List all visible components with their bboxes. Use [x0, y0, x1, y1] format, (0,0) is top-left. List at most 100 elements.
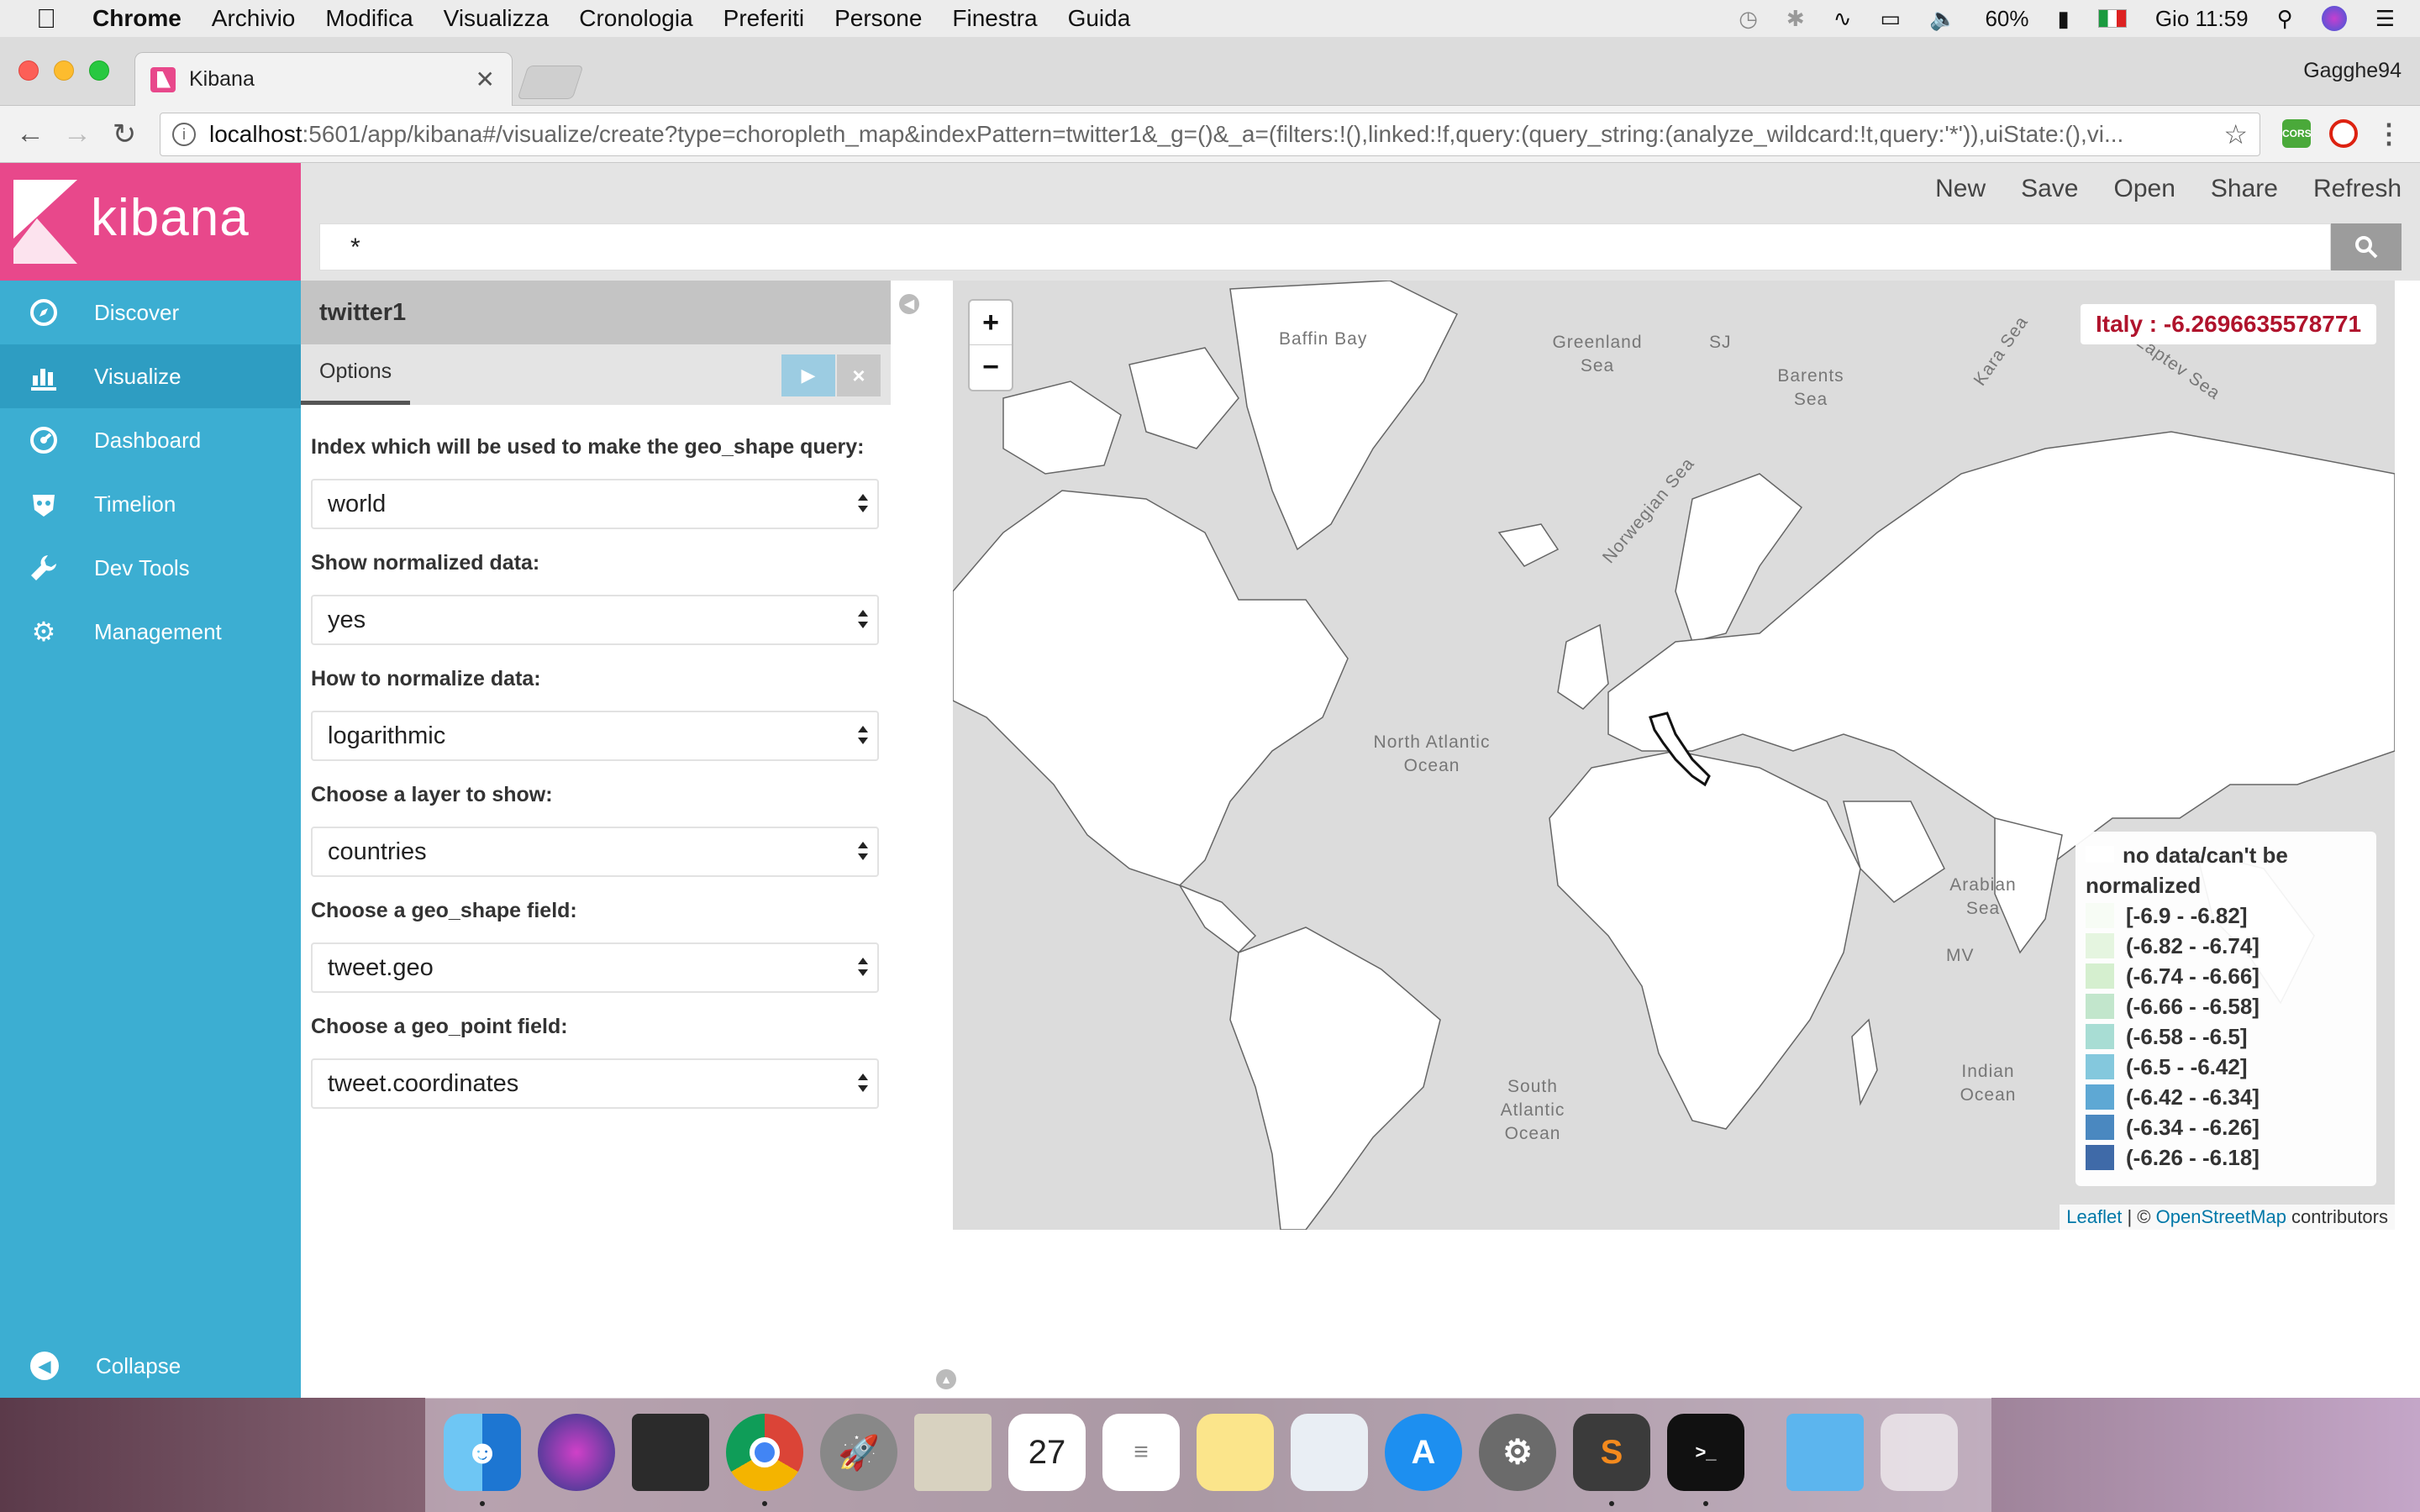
minimize-window-button[interactable] — [54, 60, 74, 81]
reload-icon[interactable]: ↻ — [101, 118, 148, 151]
forward-icon[interactable]: → — [54, 118, 101, 150]
trash-icon[interactable] — [1881, 1414, 1958, 1491]
terminal-icon[interactable]: >_ — [1667, 1414, 1744, 1491]
clock[interactable]: Gio 11:59 — [2155, 6, 2249, 32]
bookmark-star-icon[interactable]: ☆ — [2218, 118, 2248, 150]
new-tab-button[interactable] — [517, 66, 584, 99]
kibana-sidebar: kibana Discover Visualize Dashboard Time… — [0, 163, 301, 1398]
save-button[interactable]: Save — [2021, 175, 2078, 203]
menu-app-name[interactable]: Chrome — [92, 5, 182, 32]
choropleth-map[interactable]: Baffin Bay Greenland Sea SJ Barents Sea … — [953, 281, 2395, 1230]
openstreetmap-link[interactable]: OpenStreetMap — [2156, 1206, 2286, 1227]
refresh-button[interactable]: Refresh — [2313, 175, 2402, 203]
sublime-text-icon[interactable]: S — [1573, 1414, 1650, 1491]
profile-name[interactable]: Gagghe94 — [2303, 59, 2402, 83]
normalize-method-select[interactable]: logarithmic — [311, 711, 879, 761]
open-button[interactable]: Open — [2114, 175, 2175, 203]
sidebar-item-management[interactable]: ⚙ Management — [0, 600, 301, 664]
leaflet-link[interactable]: Leaflet — [2066, 1206, 2122, 1227]
map-label-mv: MV — [1946, 946, 1975, 965]
address-bar[interactable]: i localhost:5601/app/kibana#/visualize/c… — [160, 113, 2260, 156]
spotlight-icon[interactable]: ⚲ — [2277, 6, 2293, 32]
zoom-in-button[interactable]: + — [970, 301, 1012, 345]
calendar-icon[interactable]: 27 — [1008, 1414, 1086, 1491]
madagascar-shape — [1851, 1018, 1878, 1106]
normalize-method-label: How to normalize data: — [311, 667, 541, 690]
collapse-editor-button[interactable]: ◀ — [899, 294, 919, 314]
italian-flag-icon[interactable] — [2097, 9, 2127, 28]
south-america-shape — [1229, 927, 1441, 1230]
chrome-menu-icon[interactable]: ⋮ — [2375, 119, 2403, 148]
sidebar-item-timelion[interactable]: Timelion — [0, 472, 301, 536]
sidebar-collapse-button[interactable]: ◀ Collapse — [0, 1339, 301, 1393]
siri-icon[interactable] — [2321, 6, 2347, 31]
reminders-icon[interactable]: ≡ — [1102, 1414, 1180, 1491]
preview-icon[interactable] — [1291, 1414, 1368, 1491]
normalized-data-select[interactable]: yes — [311, 595, 879, 645]
dashboard-icon — [29, 425, 59, 455]
finder-icon[interactable]: ☻ — [444, 1414, 521, 1491]
apply-changes-button[interactable]: ▶ — [781, 354, 835, 396]
menu-preferiti[interactable]: Preferiti — [723, 5, 804, 32]
menu-guida[interactable]: Guida — [1068, 5, 1131, 32]
app-store-icon[interactable]: A — [1385, 1414, 1462, 1491]
opera-extension-icon[interactable] — [2329, 119, 2358, 148]
select-caret-icon — [858, 1074, 868, 1092]
airplay-icon[interactable]: ▭ — [1881, 6, 1902, 32]
apple-icon[interactable]:  — [0, 3, 92, 34]
close-window-button[interactable] — [18, 60, 39, 81]
folder-icon[interactable] — [1786, 1414, 1864, 1491]
menu-cronologia[interactable]: Cronologia — [579, 5, 692, 32]
notification-center-icon[interactable]: ☰ — [2375, 6, 2395, 32]
kibana-logo[interactable]: kibana — [0, 163, 301, 281]
volume-icon[interactable]: 🔈 — [1929, 6, 1956, 32]
system-preferences-icon[interactable]: ⚙ — [1479, 1414, 1556, 1491]
legend-label: (-6.74 - -6.66] — [2126, 963, 2260, 989]
legend-swatch — [2086, 846, 2114, 863]
sidebar-item-label: Dev Tools — [94, 554, 190, 580]
geo-point-field-select[interactable]: tweet.coordinates — [311, 1058, 879, 1109]
tab-options[interactable]: Options — [301, 344, 410, 405]
chrome-icon[interactable] — [726, 1414, 803, 1491]
zoom-out-button[interactable]: − — [970, 345, 1012, 390]
new-button[interactable]: New — [1935, 175, 1986, 203]
geo-shape-field-select[interactable]: tweet.geo — [311, 942, 879, 993]
sidebar-item-visualize[interactable]: Visualize — [0, 344, 301, 408]
menu-persone[interactable]: Persone — [834, 5, 922, 32]
menu-modifica[interactable]: Modifica — [325, 5, 413, 32]
discard-changes-button[interactable]: × — [837, 354, 881, 396]
siri-app-icon[interactable] — [538, 1414, 615, 1491]
cors-extension-icon[interactable]: CORS — [2282, 119, 2312, 148]
search-button[interactable] — [2331, 223, 2402, 270]
info-icon[interactable]: i — [172, 123, 196, 146]
notes-icon[interactable] — [1197, 1414, 1274, 1491]
search-input[interactable]: * — [319, 223, 2331, 270]
mail-icon[interactable] — [914, 1414, 992, 1491]
photo-booth-icon[interactable] — [632, 1414, 709, 1491]
menu-finestra[interactable]: Finestra — [952, 5, 1037, 32]
battery-percent[interactable]: 60% — [1985, 6, 2028, 32]
launchpad-icon[interactable]: 🚀 — [820, 1414, 897, 1491]
chevron-up-icon: ▲ — [940, 1373, 952, 1386]
browser-tab-kibana[interactable]: Kibana ✕ — [134, 52, 513, 106]
layer-select[interactable]: countries — [311, 827, 879, 877]
wifi-icon[interactable]: ∿ — [1833, 6, 1852, 32]
sidebar-item-discover[interactable]: Discover — [0, 281, 301, 344]
close-tab-icon[interactable]: ✕ — [476, 66, 495, 93]
legend-label: (-6.66 - -6.58] — [2126, 993, 2260, 1019]
back-icon[interactable]: ← — [7, 118, 54, 150]
central-america-shape — [1178, 884, 1257, 953]
menu-archivio[interactable]: Archivio — [212, 5, 296, 32]
kibana-logo-text: kibana — [91, 189, 250, 247]
sidebar-item-dashboard[interactable]: Dashboard — [0, 408, 301, 472]
share-button[interactable]: Share — [2211, 175, 2278, 203]
battery-icon[interactable]: ▮ — [2058, 6, 2070, 32]
time-machine-icon[interactable]: ◷ — [1739, 6, 1758, 32]
menu-visualizza[interactable]: Visualizza — [444, 5, 550, 32]
maximize-window-button[interactable] — [89, 60, 109, 81]
bluetooth-icon[interactable]: ✱ — [1786, 6, 1805, 32]
legend-label: (-6.5 - -6.42] — [2126, 1053, 2248, 1079]
collapse-bottom-button[interactable]: ▲ — [936, 1369, 956, 1389]
geo-shape-index-select[interactable]: world — [311, 479, 879, 529]
sidebar-item-dev-tools[interactable]: Dev Tools — [0, 536, 301, 600]
